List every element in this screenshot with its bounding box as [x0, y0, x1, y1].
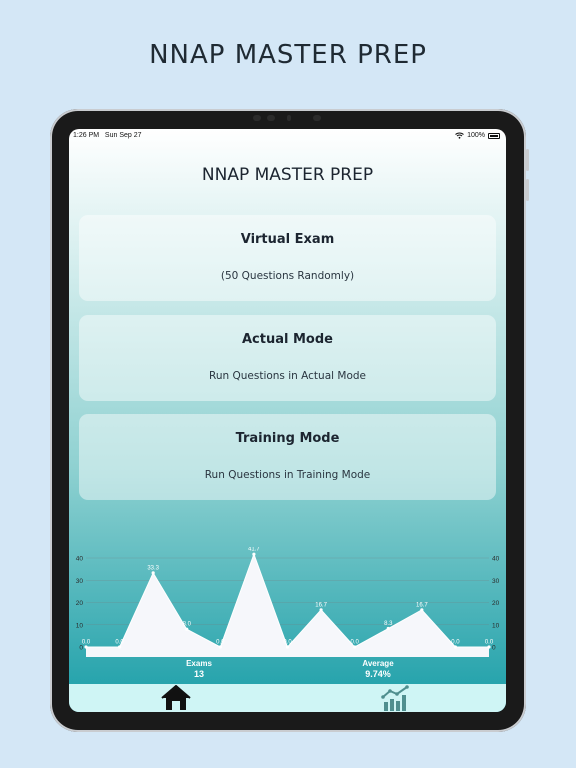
tab-statistics[interactable]	[376, 685, 416, 712]
card-title: Virtual Exam	[240, 232, 335, 247]
y-tick-label-left: 40	[76, 556, 84, 563]
data-point	[84, 645, 88, 649]
battery-percent: 100%	[467, 132, 485, 139]
data-point	[117, 645, 122, 649]
data-label: 0.0	[82, 640, 91, 646]
average-value: 9.74%	[365, 669, 391, 679]
data-label: 41.7	[248, 547, 260, 553]
y-tick-label-left: 0	[79, 645, 83, 652]
card-subtitle: Run Questions in Training Mode	[204, 469, 371, 481]
data-point	[151, 571, 155, 575]
data-label: 8.3	[384, 621, 393, 627]
data-point	[420, 608, 424, 612]
data-label: 8.0	[183, 622, 192, 628]
chart-icon	[381, 685, 409, 711]
volume-button	[526, 179, 529, 201]
app-title: NNAP MASTER PREP	[201, 165, 374, 185]
data-point	[252, 552, 256, 556]
training-mode-button[interactable]: Training Mode Run Questions in Training …	[79, 414, 496, 500]
status-bar: 1:26 PM Sun Sep 27 100%	[69, 129, 506, 143]
app-screen: 1:26 PM Sun Sep 27 100% NNAP MASTER PREP…	[69, 129, 506, 712]
y-tick-label-right: 40	[492, 556, 500, 563]
virtual-exam-button[interactable]: Virtual Exam (50 Questions Randomly)	[79, 215, 496, 301]
y-tick-label-left: 30	[76, 578, 84, 585]
sensor-dot	[287, 115, 291, 121]
tab-home[interactable]	[156, 685, 196, 712]
average-label: Average	[362, 659, 394, 668]
data-point	[185, 627, 189, 631]
data-label: 0.0	[451, 640, 460, 646]
data-label: 0.0	[283, 640, 292, 646]
data-point	[218, 645, 222, 649]
data-point	[319, 608, 323, 612]
exams-stat: Exams 13	[139, 659, 259, 680]
status-time: 1:26 PM	[73, 132, 100, 139]
average-stat: Average 9.74%	[318, 659, 438, 680]
wifi-icon	[455, 132, 464, 139]
data-point	[386, 626, 390, 631]
banner-title: NNAP MASTER PREP	[149, 40, 427, 70]
y-tick-label-right: 20	[492, 600, 500, 607]
data-label: 33.3	[147, 565, 159, 571]
camera-dot	[313, 115, 321, 121]
home-icon	[161, 685, 191, 710]
actual-mode-button[interactable]: Actual Mode Run Questions in Actual Mode	[79, 315, 496, 401]
data-label: 0.0	[350, 640, 359, 646]
y-tick-label-left: 10	[76, 622, 84, 629]
card-subtitle: Run Questions in Actual Mode	[209, 370, 366, 382]
exams-value: 13	[193, 669, 204, 679]
camera-dot	[267, 115, 275, 121]
tablet-frame: 1:26 PM Sun Sep 27 100% NNAP MASTER PREP…	[50, 109, 529, 732]
card-subtitle: (50 Questions Randomly)	[220, 270, 355, 282]
data-label: 0.0	[485, 640, 494, 646]
y-tick-label-right: 10	[492, 622, 500, 629]
battery-icon	[488, 132, 500, 139]
tab-bar	[69, 684, 506, 712]
card-title: Actual Mode	[242, 332, 333, 347]
camera-dot	[253, 115, 261, 121]
data-label: 16.7	[416, 602, 428, 608]
card-title: Training Mode	[235, 431, 340, 446]
stats-summary: Exams 13 Average 9.74%	[69, 659, 506, 683]
y-tick-label-right: 0	[492, 645, 496, 652]
volume-button	[526, 149, 529, 171]
data-label: 0.0	[216, 640, 225, 646]
exam-scores-chart: 0 0 10 10 20 20 30 30 40 40 0.0 0.0 33.3 8.0 0.0 41.7 0.…	[76, 547, 500, 657]
y-tick-label-right: 30	[492, 578, 500, 585]
data-point	[487, 645, 491, 649]
data-point	[453, 645, 458, 649]
data-point	[353, 645, 357, 649]
exams-label: Exams	[186, 659, 212, 668]
data-label: 0.0	[115, 640, 124, 646]
data-label: 16.7	[315, 602, 327, 608]
data-point	[285, 645, 290, 649]
y-tick-label-left: 20	[76, 600, 84, 607]
status-date: Sun Sep 27	[104, 132, 142, 139]
